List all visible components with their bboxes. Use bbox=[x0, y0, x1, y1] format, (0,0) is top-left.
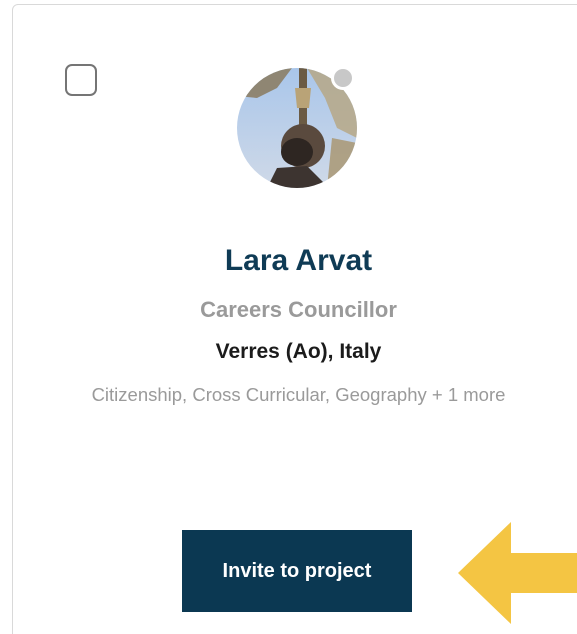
select-checkbox[interactable] bbox=[65, 64, 97, 96]
left-arrow-icon bbox=[458, 522, 577, 624]
profile-location: Verres (Ao), Italy bbox=[215, 340, 382, 363]
profile-name[interactable]: Lara Arvat bbox=[0, 241, 577, 281]
invite-to-project-button[interactable]: Invite to project bbox=[182, 530, 412, 612]
profile-role: Careers Councillor bbox=[200, 297, 397, 322]
page: Lara Arvat Careers Councillor Verres (Ao… bbox=[0, 0, 577, 634]
profile-subjects: Citizenship, Cross Curricular, Geography… bbox=[91, 384, 506, 405]
status-indicator bbox=[331, 66, 355, 90]
